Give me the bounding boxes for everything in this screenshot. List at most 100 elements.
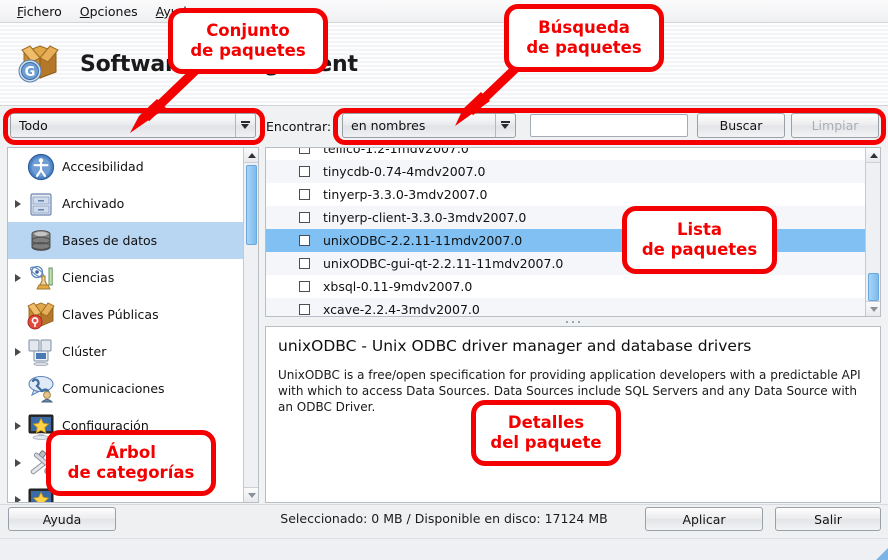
package-name: tinyerp-3.3.0-3mdv2007.0 [323,187,487,202]
package-checkbox[interactable] [299,166,310,177]
chevron-down-icon [235,114,255,137]
callout-line-2: del paquete [490,433,601,453]
package-row[interactable]: tinycdb-0.74-4mdv2007.0 [266,160,865,183]
expand-twisty-icon[interactable] [10,200,26,208]
package-row[interactable]: tellico-1.2-1mdv2007.0 [266,147,865,160]
callout-package-details: Detalles del paquete [471,400,621,466]
quit-button[interactable]: Salir [775,507,881,531]
cluster-icon [26,337,56,367]
expand-twisty-placeholder [10,237,26,245]
expand-twisty-icon[interactable] [10,459,26,467]
package-name: tinyerp-client-3.3.0-3mdv2007.0 [323,210,526,225]
callout-line-2: de paquetes [642,240,757,260]
tree-item-label: Comunicaciones [62,381,165,396]
package-name: xcave-2.2.4-3mdv2007.0 [323,302,480,317]
package-name: xbsql-0.11-9mdv2007.0 [323,279,472,294]
tree-item-bases-de-datos[interactable]: Bases de datos [8,222,243,259]
expand-twisty-icon[interactable] [10,496,26,504]
svg-text:G: G [25,65,36,80]
package-list[interactable]: tellico-1.2-1mdv2007.0 tinycdb-0.74-4mdv… [265,147,881,317]
splitter-grip-icon [566,321,580,323]
callout-package-list: Lista de paquetes [622,206,777,274]
expand-twisty-placeholder [10,163,26,171]
menu-bar: Fichero Opciones Ayuda [0,0,888,23]
tree-item-comunicaciones[interactable]: Comunicaciones [8,370,243,407]
software-package-icon: G [14,38,66,90]
callout-package-set: Conjunto de paquetes [168,8,328,74]
find-mode-dropdown[interactable]: en nombres [342,113,516,138]
search-input[interactable] [530,114,688,137]
accessibility-icon [26,152,56,182]
callout-package-search: Búsqueda de paquetes [504,4,664,72]
callout-line-1: Conjunto [206,21,290,41]
expand-twisty-icon[interactable] [10,422,26,430]
package-checkbox[interactable] [299,281,310,292]
expand-twisty-icon[interactable] [10,348,26,356]
search-button[interactable]: Buscar [697,113,785,138]
menu-opciones-accel: O [80,4,90,19]
tree-item-claves-publicas[interactable]: Claves Públicas [8,296,243,333]
package-checkbox[interactable] [299,189,310,200]
package-name: unixODBC-gui-qt-2.2.11-11mdv2007.0 [323,256,563,271]
callout-line-1: Búsqueda [538,18,630,38]
menu-fichero[interactable]: Fichero [8,2,71,21]
tree-item-ciencias[interactable]: Ciencias [8,259,243,296]
package-row[interactable]: tinyerp-3.3.0-3mdv2007.0 [266,183,865,206]
callout-line-1: Árbol [106,443,156,463]
callout-line-1: Detalles [508,413,584,433]
package-checkbox[interactable] [299,258,310,269]
tree-item-archivado[interactable]: Archivado [8,185,243,222]
scroll-up-button[interactable] [244,148,259,163]
scroll-down-button[interactable] [244,487,259,502]
header-banner: G Software Management [0,23,888,106]
expand-twisty-placeholder [10,385,26,393]
expand-twisty-icon[interactable] [10,274,26,282]
package-list-vertical-scrollbar[interactable] [865,148,880,316]
application-window: Fichero Opciones Ayuda G Software Manage… [0,0,888,560]
package-row[interactable]: xbsql-0.11-9mdv2007.0 [266,275,865,298]
menu-opciones-rest: pciones [90,4,138,19]
package-checkbox[interactable] [299,304,310,315]
apply-button[interactable]: Aplicar [645,507,763,531]
package-set-dropdown[interactable]: Todo [10,113,256,138]
science-icon [26,263,56,293]
communications-icon [26,374,56,404]
package-checkbox[interactable] [299,212,310,223]
tree-item-label: Clúster [62,344,106,359]
callout-line-2: de paquetes [190,41,305,61]
tree-item-accesibilidad[interactable]: Accesibilidad [8,148,243,185]
package-checkbox[interactable] [299,147,310,154]
package-row[interactable]: xcave-2.2.4-3mdv2007.0 [266,298,865,317]
callout-category-tree: Árbol de categorías [46,430,216,496]
scroll-up-button[interactable] [866,148,881,163]
tree-item-label: Archivado [62,196,124,211]
database-icon [26,226,56,256]
callout-line-2: de paquetes [526,38,641,58]
resize-grip-icon[interactable] [866,538,888,560]
clear-button[interactable]: Limpiar [791,113,879,138]
tree-vertical-scrollbar[interactable] [243,148,258,502]
find-mode-value: en nombres [343,118,495,133]
package-name: tellico-1.2-1mdv2007.0 [323,147,469,156]
archive-icon [26,189,56,219]
pane-splitter[interactable] [265,318,881,326]
chevron-down-icon [495,114,515,137]
tree-item-label: Bases de datos [62,233,157,248]
package-name: unixODBC-2.2.11-11mdv2007.0 [323,233,522,248]
tree-item-label: Accesibilidad [62,159,144,174]
scroll-thumb[interactable] [246,165,257,245]
expand-twisty-placeholder [10,311,26,319]
tree-item-label: Ciencias [62,270,114,285]
scroll-down-button[interactable] [866,301,881,316]
menu-opciones[interactable]: Opciones [71,2,147,21]
tree-item-label: Claves Públicas [62,307,159,322]
callout-line-2: de categorías [68,463,195,483]
package-details-title: unixODBC - Unix ODBC driver manager and … [278,337,868,355]
tree-item-cluster[interactable]: Clúster [8,333,243,370]
package-set-value: Todo [11,118,235,133]
find-label: Encontrar: [266,119,331,134]
package-checkbox[interactable] [299,235,310,246]
window-bottom-strip [0,538,888,560]
scroll-thumb[interactable] [868,273,879,301]
menu-fichero-rest: ichero [23,4,61,19]
